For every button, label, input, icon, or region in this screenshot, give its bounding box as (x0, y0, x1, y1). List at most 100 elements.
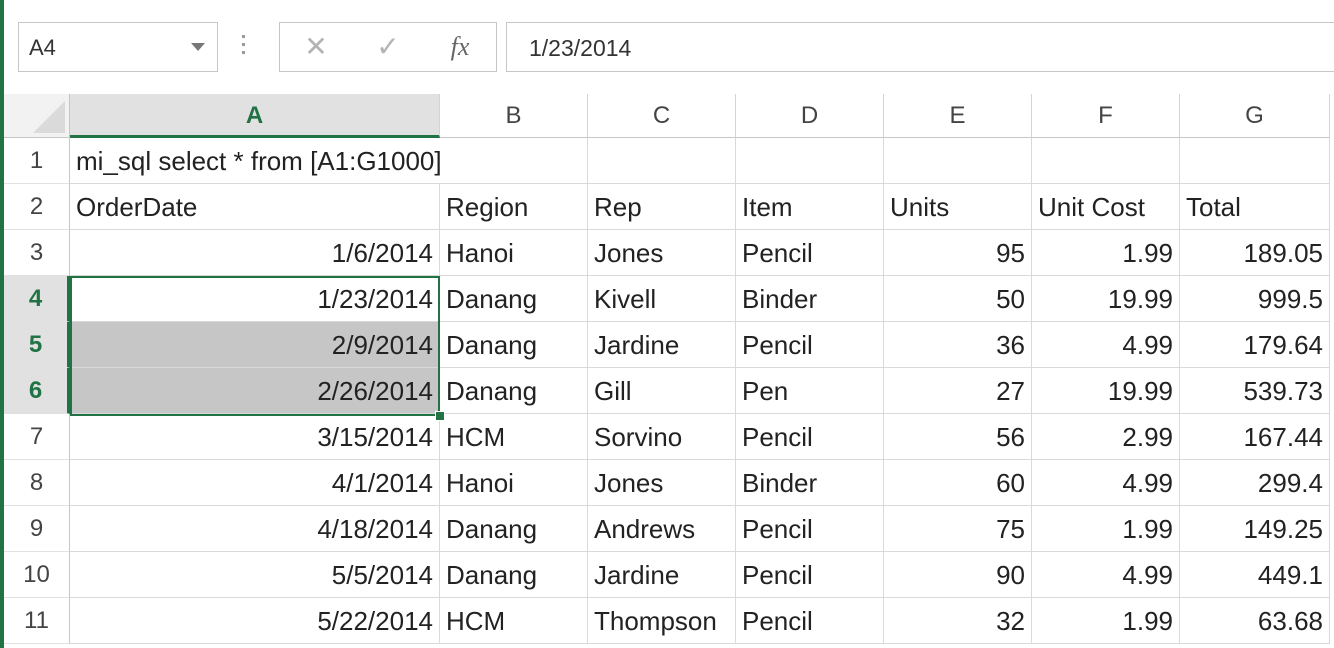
more-options-icon[interactable] (242, 35, 246, 61)
cell-b11[interactable]: HCM (440, 598, 588, 644)
cell-d3[interactable]: Pencil (736, 230, 884, 276)
row-header-2[interactable]: 2 (4, 184, 70, 230)
row-header-9[interactable]: 9 (4, 506, 70, 552)
row-header-8[interactable]: 8 (4, 460, 70, 506)
cell-c6[interactable]: Gill (588, 368, 736, 414)
cell-e7[interactable]: 56 (884, 414, 1032, 460)
cell-d2[interactable]: Item (736, 184, 884, 230)
cell-a9[interactable]: 4/18/2014 (70, 506, 440, 552)
cell-g4[interactable]: 999.5 (1180, 276, 1330, 322)
cell-e4[interactable]: 50 (884, 276, 1032, 322)
cell-e5[interactable]: 36 (884, 322, 1032, 368)
enter-icon[interactable]: ✓ (358, 23, 418, 71)
cell-b2[interactable]: Region (440, 184, 588, 230)
row-header-10[interactable]: 10 (4, 552, 70, 598)
cell-e8[interactable]: 60 (884, 460, 1032, 506)
cell-d6[interactable]: Pen (736, 368, 884, 414)
cell-b4[interactable]: Danang (440, 276, 588, 322)
cell-d7[interactable]: Pencil (736, 414, 884, 460)
select-all-button[interactable] (4, 94, 70, 138)
cell-g2[interactable]: Total (1180, 184, 1330, 230)
cell-d10[interactable]: Pencil (736, 552, 884, 598)
cell-d1[interactable] (736, 138, 884, 184)
cell-a1[interactable]: mi_sql select * from [A1:G1000] (70, 138, 442, 184)
row-header-1[interactable]: 1 (4, 138, 70, 184)
cell-f9[interactable]: 1.99 (1032, 506, 1180, 552)
cell-e11[interactable]: 32 (884, 598, 1032, 644)
cell-e9[interactable]: 75 (884, 506, 1032, 552)
cell-f7[interactable]: 2.99 (1032, 414, 1180, 460)
formula-input[interactable]: 1/23/2014 (506, 22, 1334, 72)
cell-g9[interactable]: 149.25 (1180, 506, 1330, 552)
cell-g1[interactable] (1180, 138, 1330, 184)
column-header-a[interactable]: A (70, 94, 440, 138)
row-header-6[interactable]: 6 (4, 368, 70, 414)
column-header-b[interactable]: B (440, 94, 588, 138)
cell-g11[interactable]: 63.68 (1180, 598, 1330, 644)
row-header-3[interactable]: 3 (4, 230, 70, 276)
cell-a2[interactable]: OrderDate (70, 184, 440, 230)
cell-d11[interactable]: Pencil (736, 598, 884, 644)
cancel-icon[interactable]: ✕ (286, 23, 346, 71)
cell-c11[interactable]: Thompson (588, 598, 736, 644)
cell-c8[interactable]: Jones (588, 460, 736, 506)
cell-c4[interactable]: Kivell (588, 276, 736, 322)
cell-e6[interactable]: 27 (884, 368, 1032, 414)
cell-a4[interactable]: 1/23/2014 (70, 276, 440, 322)
cell-a11[interactable]: 5/22/2014 (70, 598, 440, 644)
column-header-d[interactable]: D (736, 94, 884, 138)
cell-b9[interactable]: Danang (440, 506, 588, 552)
cell-f3[interactable]: 1.99 (1032, 230, 1180, 276)
cell-d5[interactable]: Pencil (736, 322, 884, 368)
cell-a3[interactable]: 1/6/2014 (70, 230, 440, 276)
cell-g8[interactable]: 299.4 (1180, 460, 1330, 506)
cell-d9[interactable]: Pencil (736, 506, 884, 552)
cell-b3[interactable]: Hanoi (440, 230, 588, 276)
row-header-11[interactable]: 11 (4, 598, 70, 644)
row-header-7[interactable]: 7 (4, 414, 70, 460)
cell-e1[interactable] (884, 138, 1032, 184)
cell-a10[interactable]: 5/5/2014 (70, 552, 440, 598)
cell-f4[interactable]: 19.99 (1032, 276, 1180, 322)
cell-f11[interactable]: 1.99 (1032, 598, 1180, 644)
cell-b5[interactable]: Danang (440, 322, 588, 368)
cell-c10[interactable]: Jardine (588, 552, 736, 598)
cell-a8[interactable]: 4/1/2014 (70, 460, 440, 506)
cell-e2[interactable]: Units (884, 184, 1032, 230)
cell-b1[interactable] (440, 138, 588, 184)
cell-b7[interactable]: HCM (440, 414, 588, 460)
cell-a7[interactable]: 3/15/2014 (70, 414, 440, 460)
cell-b8[interactable]: Hanoi (440, 460, 588, 506)
cell-g3[interactable]: 189.05 (1180, 230, 1330, 276)
cell-e10[interactable]: 90 (884, 552, 1032, 598)
cell-e3[interactable]: 95 (884, 230, 1032, 276)
cell-f1[interactable] (1032, 138, 1180, 184)
cell-c2[interactable]: Rep (588, 184, 736, 230)
cell-c3[interactable]: Jones (588, 230, 736, 276)
cell-a6[interactable]: 2/26/2014 (70, 368, 440, 414)
name-box[interactable]: A4 (18, 22, 218, 72)
cell-c7[interactable]: Sorvino (588, 414, 736, 460)
cell-d8[interactable]: Binder (736, 460, 884, 506)
column-header-c[interactable]: C (588, 94, 736, 138)
cell-c5[interactable]: Jardine (588, 322, 736, 368)
chevron-down-icon[interactable] (191, 43, 205, 51)
fill-handle[interactable] (435, 411, 445, 421)
cell-g6[interactable]: 539.73 (1180, 368, 1330, 414)
cell-g10[interactable]: 449.1 (1180, 552, 1330, 598)
row-header-4[interactable]: 4 (4, 276, 70, 322)
cell-d4[interactable]: Binder (736, 276, 884, 322)
cell-f8[interactable]: 4.99 (1032, 460, 1180, 506)
cell-b6[interactable]: Danang (440, 368, 588, 414)
cell-a5[interactable]: 2/9/2014 (70, 322, 440, 368)
row-header-5[interactable]: 5 (4, 322, 70, 368)
column-header-e[interactable]: E (884, 94, 1032, 138)
column-header-f[interactable]: F (1032, 94, 1180, 138)
column-header-g[interactable]: G (1180, 94, 1330, 138)
cell-f6[interactable]: 19.99 (1032, 368, 1180, 414)
cell-c9[interactable]: Andrews (588, 506, 736, 552)
cell-f10[interactable]: 4.99 (1032, 552, 1180, 598)
cell-g7[interactable]: 167.44 (1180, 414, 1330, 460)
cell-f5[interactable]: 4.99 (1032, 322, 1180, 368)
insert-function-icon[interactable]: fx (430, 23, 490, 71)
